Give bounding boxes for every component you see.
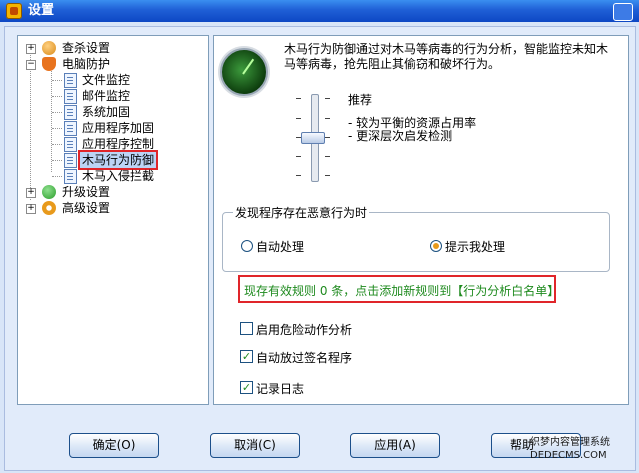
tree-item-label: 系统加固 — [82, 105, 131, 119]
radar-icon — [220, 48, 268, 96]
doc-icon — [64, 169, 77, 184]
level-name: 推荐 — [348, 93, 373, 107]
checkbox-checked[interactable]: ✓ — [240, 350, 253, 363]
tree-item-label: 木马入侵拦截 — [82, 169, 155, 183]
tree-line — [52, 128, 62, 129]
tree-item-label: 文件监控 — [82, 73, 131, 87]
close-button[interactable] — [613, 3, 633, 21]
ok-button[interactable]: 确定(O) — [69, 433, 159, 458]
slider-tick — [296, 175, 301, 176]
collapse-icon[interactable]: − — [26, 60, 36, 70]
tree-item-label: 高级设置 — [62, 201, 111, 215]
expand-icon[interactable]: + — [26, 44, 36, 54]
shield-icon — [42, 57, 56, 71]
trojan-defense-panel: 木马行为防御通过对木马等病毒的行为分析，智能监控未知木马等病毒，抢先阻止其偷窃和… — [213, 35, 629, 405]
group-legend: 发现程序存在恶意行为时 — [233, 204, 370, 221]
tree-line — [52, 176, 62, 177]
expand-icon[interactable]: + — [26, 188, 36, 198]
tree-item-trojan-intrusion-block[interactable]: 木马入侵拦截 — [18, 168, 208, 184]
tree-item-system-hardening[interactable]: 系统加固 — [18, 104, 208, 120]
whitelist-rules-link[interactable]: 现存有效规则 0 条，点击添加新规则到【行为分析白名单】 — [244, 282, 559, 299]
settings-tree: + 查杀设置 − 电脑防护 文件监控 邮件监控 系统加固 应用程序加固 应用程序… — [17, 35, 209, 405]
slider-thumb[interactable] — [301, 132, 325, 144]
slider-tick — [296, 118, 301, 119]
tree-line — [52, 144, 62, 145]
radio-auto-handle[interactable]: 自动处理 — [241, 237, 331, 254]
doc-icon — [64, 137, 77, 152]
tree-item-label-selected: 木马行为防御 — [77, 150, 159, 170]
checkbox-label: 启用危险动作分析 — [256, 323, 353, 337]
radio-prompt-me[interactable]: 提示我处理 — [430, 237, 540, 254]
slider-tick — [325, 98, 330, 99]
tree-line — [52, 160, 62, 161]
expand-icon[interactable]: + — [26, 204, 36, 214]
app-icon — [6, 3, 22, 19]
tree-item-label: 应用程序控制 — [82, 137, 155, 151]
update-icon — [42, 185, 56, 199]
doc-icon — [64, 89, 77, 104]
checkbox-danger-analysis[interactable]: 启用危险动作分析 — [240, 320, 400, 337]
title-bar[interactable]: 设置 — [0, 0, 639, 22]
malicious-behavior-group: 发现程序存在恶意行为时 自动处理 提示我处理 — [222, 204, 610, 272]
tree-item-app-control[interactable]: 应用程序控制 — [18, 136, 208, 152]
doc-icon — [64, 105, 77, 120]
doc-icon — [64, 73, 77, 88]
tree-item-advanced-settings[interactable]: + 高级设置 — [18, 200, 208, 216]
slider-tick — [296, 156, 301, 157]
doc-icon — [64, 153, 77, 168]
watermark-line-1: 织梦内容管理系统 — [530, 437, 610, 448]
tree-line — [52, 112, 62, 113]
level-detail-2: - 更深层次启发检测 — [348, 129, 453, 143]
slider-tick — [325, 175, 330, 176]
window-title: 设置 — [28, 3, 55, 18]
tree-item-label: 查杀设置 — [62, 41, 111, 55]
feature-description: 木马行为防御通过对木马等病毒的行为分析，智能监控未知木马等病毒，抢先阻止其偷窃和… — [284, 42, 609, 71]
radio-label: 提示我处理 — [445, 240, 506, 254]
checkbox-label: 自动放过签名程序 — [256, 351, 353, 365]
apply-button[interactable]: 应用(A) — [350, 433, 440, 458]
checkbox-label: 记录日志 — [256, 382, 305, 396]
tree-item-label: 邮件监控 — [82, 89, 131, 103]
tree-item-scan-settings[interactable]: + 查杀设置 — [18, 40, 208, 56]
slider-tick — [296, 98, 301, 99]
watermark-line-2: DEDECMS.COM — [530, 450, 607, 461]
tree-item-mail-monitor[interactable]: 邮件监控 — [18, 88, 208, 104]
doc-icon — [64, 121, 77, 136]
tree-item-app-hardening[interactable]: 应用程序加固 — [18, 120, 208, 136]
tree-item-pc-protection[interactable]: − 电脑防护 — [18, 56, 208, 72]
settings-window: 设置 + 查杀设置 − 电脑防护 文件监控 邮件监控 系统加固 应用程序加固 应… — [0, 0, 639, 473]
dialog-body: + 查杀设置 − 电脑防护 文件监控 邮件监控 系统加固 应用程序加固 应用程序… — [4, 26, 636, 471]
checkbox[interactable] — [240, 322, 253, 335]
gear-icon — [42, 201, 56, 215]
tree-item-file-monitor[interactable]: 文件监控 — [18, 72, 208, 88]
tree-line — [52, 96, 62, 97]
checkbox-checked[interactable]: ✓ — [240, 381, 253, 394]
tree-item-label: 电脑防护 — [62, 57, 111, 71]
tree-item-label: 升级设置 — [62, 185, 111, 199]
slider-tick — [325, 137, 330, 138]
slider-tick — [325, 118, 330, 119]
tree-item-trojan-behavior-defense[interactable]: 木马行为防御 — [18, 150, 208, 170]
radio-label: 自动处理 — [256, 240, 305, 254]
checkbox-auto-allow-signed[interactable]: ✓ 自动放过签名程序 — [240, 348, 400, 365]
cancel-button[interactable]: 取消(C) — [210, 433, 300, 458]
whitelist-rules-link-box[interactable]: 现存有效规则 0 条，点击添加新规则到【行为分析白名单】 — [238, 275, 559, 303]
radio-button[interactable] — [241, 240, 253, 252]
tree-item-label: 应用程序加固 — [82, 121, 155, 135]
user-scan-icon — [42, 41, 56, 55]
tree-line — [52, 80, 62, 81]
tree-item-update-settings[interactable]: + 升级设置 — [18, 184, 208, 200]
radio-button-selected[interactable] — [430, 240, 442, 252]
slider-tick — [325, 156, 330, 157]
site-watermark: 织梦内容管理系统 DEDECMS.COM — [530, 436, 636, 466]
checkbox-log[interactable]: ✓ 记录日志 — [240, 379, 400, 396]
